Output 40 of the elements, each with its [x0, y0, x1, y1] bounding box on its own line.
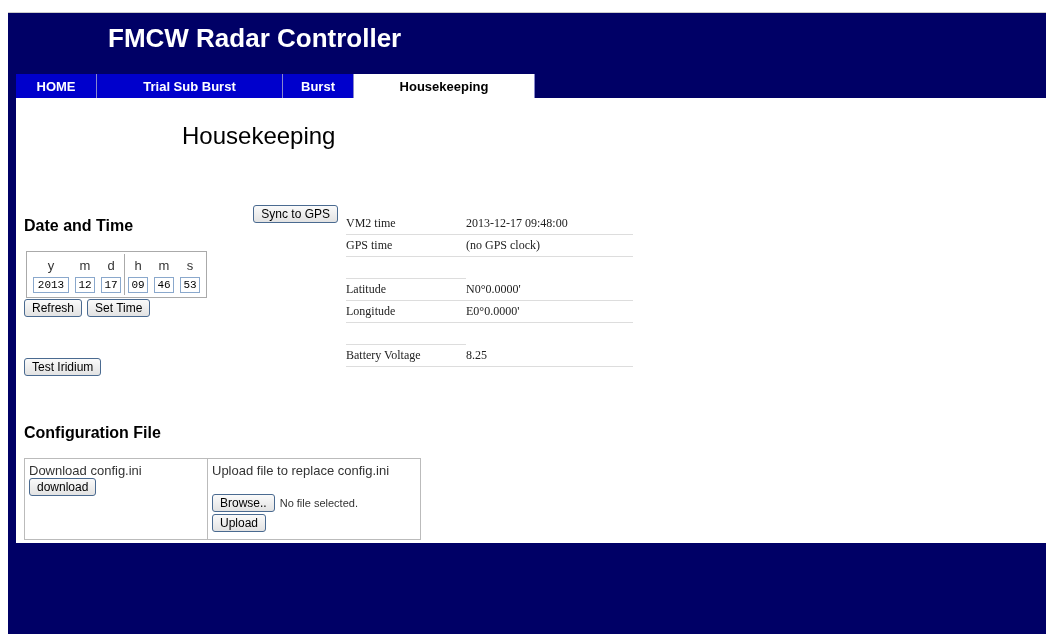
time-input[interactable]: 09	[128, 277, 148, 293]
info-label: VM2 time	[346, 213, 466, 235]
info-label: GPS time	[346, 234, 466, 257]
page-title: Housekeeping	[181, 121, 337, 151]
section-heading: Date and Time	[24, 217, 134, 235]
info-value: N0°0.0000'	[466, 278, 633, 301]
upload-label: Upload file to replace config.ini	[212, 463, 391, 478]
unit-label: s	[186, 257, 194, 275]
nav-tab[interactable]: HOME	[16, 74, 97, 98]
upload-button[interactable]: Upload	[212, 514, 267, 532]
time-input[interactable]: 12	[75, 277, 95, 293]
time-input[interactable]: 46	[154, 277, 174, 293]
time-input[interactable]: 17	[101, 277, 121, 293]
browse-button[interactable]: Browse..	[212, 494, 275, 512]
file-status: No file selected.	[279, 497, 358, 509]
nav-tab[interactable]: Trial Sub Burst	[97, 74, 283, 98]
time-input[interactable]: 2013	[33, 277, 69, 293]
info-value: E0°0.0000'	[466, 300, 633, 323]
time-button[interactable]: Set Time	[87, 299, 151, 317]
info-label: Longitude	[346, 300, 466, 323]
info-value: 8.25	[466, 344, 633, 367]
unit-label: d	[107, 257, 115, 275]
download-button[interactable]: download	[29, 478, 97, 496]
nav-tab[interactable]: Housekeeping	[354, 74, 535, 98]
nav-tab[interactable]: Burst	[283, 74, 354, 98]
info-label: Latitude	[346, 278, 466, 301]
unit-label: m	[158, 257, 170, 275]
section-heading: Configuration File	[24, 424, 162, 442]
download-label: Download config.ini	[29, 463, 143, 478]
sync-button[interactable]: Sync to GPS	[253, 205, 338, 223]
time-input[interactable]: 53	[180, 277, 200, 293]
app-title: FMCW Radar Controller	[108, 23, 403, 55]
unit-label: y	[47, 257, 55, 275]
info-label: Battery Voltage	[346, 344, 466, 367]
info-value: (no GPS clock)	[466, 234, 633, 257]
unit-label: h	[134, 257, 142, 275]
time-button[interactable]: Refresh	[24, 299, 83, 317]
test-button[interactable]: Test Iridium	[24, 358, 102, 376]
info-value: 2013-12-17 09:48:00	[466, 213, 633, 235]
unit-label: m	[79, 257, 91, 275]
